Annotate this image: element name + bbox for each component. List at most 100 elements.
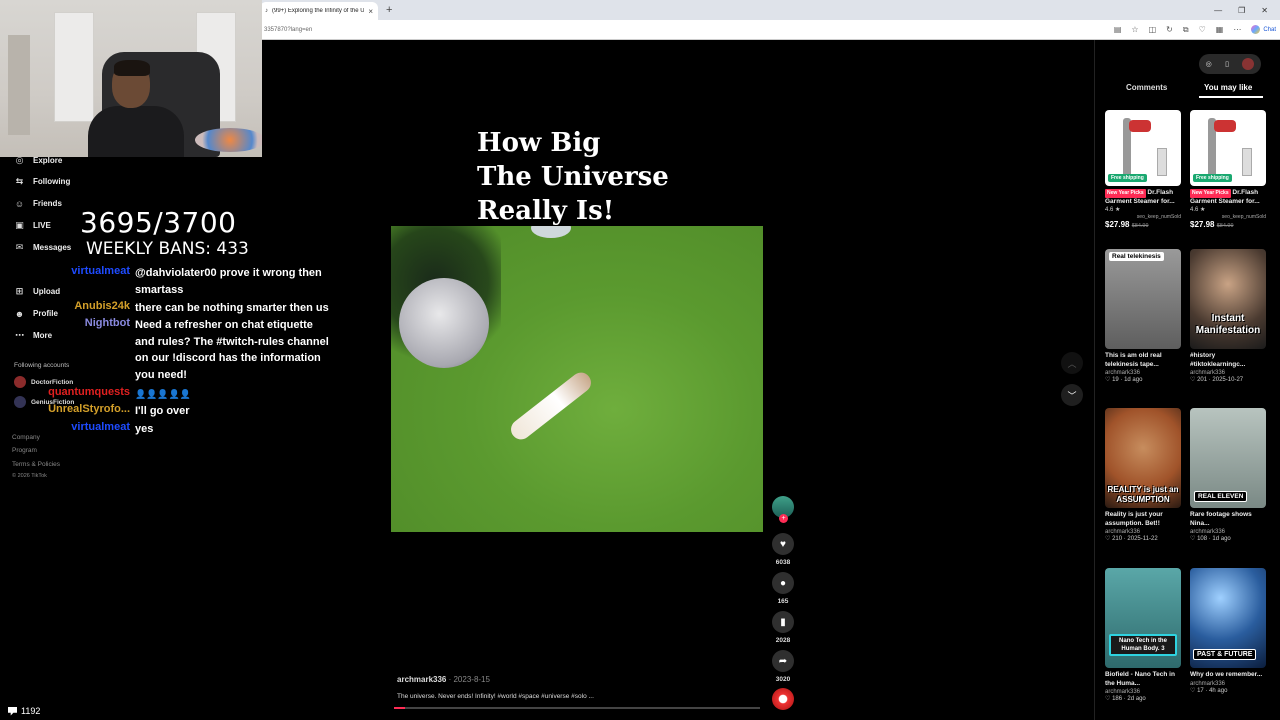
chat-message: Anubis24k there can be nothing smarter t… [6, 300, 336, 317]
product-image: Free shipping [1190, 110, 1266, 186]
share-icon: ➦ [778, 655, 788, 667]
nav-item-messages[interactable]: ✉ Messages [14, 242, 72, 253]
like-count: 19 [1112, 377, 1119, 383]
browser-tab[interactable]: ♪ (99+) Exploring the Infinity of the U … [260, 2, 378, 20]
chat-message: UnrealStyrofo... I'll go over [6, 403, 336, 420]
promo-badge: New Year Picks [1105, 189, 1146, 198]
like-count: 108 [1197, 536, 1208, 542]
video-card[interactable]: REALITY is just an ASSUMPTION Reality is… [1105, 408, 1181, 542]
post-date: 2d ago [1127, 696, 1146, 702]
chat-message: quantumquests 👤👤👤👤👤 [6, 386, 336, 403]
friends-icon: ☺ [14, 198, 25, 209]
video-card-caption: This is am old real telekinesis tape... [1105, 352, 1162, 368]
video-author[interactable]: archmark336 [397, 675, 446, 684]
nav-item-explore[interactable]: ◎ Explore [14, 155, 63, 166]
video-card-stats: ♡ 19 · 1d ago [1105, 377, 1143, 383]
heart-icon: ♡ [1190, 377, 1196, 383]
next-video-button[interactable]: ﹀ [1061, 384, 1083, 406]
follow-plus-icon[interactable]: + [779, 514, 788, 523]
product-title: New Year Picks Dr.Flash Garment Steamer … [1190, 189, 1266, 206]
chat-message: Nightbot Need a refresher on chat etique… [6, 317, 336, 383]
product-rating: 4.6 ★ [1105, 207, 1121, 213]
nav-item-friends[interactable]: ☺ Friends [14, 198, 62, 209]
comment-button[interactable]: ● [772, 572, 794, 594]
video-caption[interactable]: The universe. Never ends! Infinity! #wor… [397, 693, 594, 700]
copilot-chat-button[interactable]: Chat [1251, 25, 1276, 34]
video-card[interactable]: Real telekinesis This is am old real tel… [1105, 249, 1181, 383]
window-controls: — ❐ ✕ [1214, 6, 1280, 15]
browser-tab-bar: ♪ (99+) Exploring the Infinity of the U … [260, 0, 1280, 20]
video-title-overlay: How Big The Universe Really Is! [477, 126, 669, 228]
video-card[interactable]: Instant Manifestation #history #tiktokle… [1190, 249, 1266, 383]
chat-username: Anubis24k [74, 300, 130, 312]
streamer-hair [114, 60, 150, 76]
explore-icon: ◎ [15, 155, 24, 165]
video-card-caption: Why do we remember... [1190, 671, 1263, 678]
close-window-icon[interactable]: ✕ [1261, 6, 1268, 15]
maximize-icon[interactable]: ❐ [1238, 6, 1245, 15]
music-disc-icon[interactable] [772, 688, 794, 710]
reader-icon[interactable]: ▤ [1114, 25, 1122, 34]
chat-label: Chat [1263, 26, 1276, 33]
favorites-icon[interactable]: ♡ [1199, 25, 1206, 34]
nav-label: Explore [33, 156, 63, 165]
like-count: 201 [1197, 377, 1208, 383]
video-card-caption: Reality is just your assumption. Bet!! [1105, 511, 1163, 527]
promo-badge: New Year Picks [1190, 189, 1231, 198]
video-card-caption: #history #tiktoklearningc... [1190, 352, 1246, 368]
video-card-caption: Rare footage shows Nina... [1190, 511, 1252, 527]
footer-program-link[interactable]: Program [12, 447, 37, 454]
rug [195, 128, 262, 152]
star-icon[interactable]: ☆ [1131, 25, 1138, 34]
video-thumbnail: Nano Tech in the Human Body. 3 [1105, 568, 1181, 668]
video-dome [399, 278, 489, 368]
title-line: The Universe [477, 162, 669, 192]
new-tab-button[interactable]: + [386, 4, 392, 16]
streamer-body [88, 106, 184, 157]
address-bar[interactable]: 3357870?lang=en ▤ ☆ ◫ ↻ ⧉ ♡ ▦ ⋯ Chat [260, 20, 1280, 40]
thumbnail-label: Real telekinesis [1109, 252, 1164, 261]
thumbnail-label: REALITY is just an ASSUMPTION [1107, 485, 1179, 504]
chat-username: UnrealStyrofo... [48, 403, 130, 415]
video-person-lying [507, 368, 595, 444]
video-card[interactable]: Nano Tech in the Human Body. 3 Biofield … [1105, 568, 1181, 702]
collections-icon[interactable]: ▦ [1216, 25, 1224, 34]
tab-close-icon[interactable]: × [368, 7, 373, 16]
like-count: 6038 [775, 559, 791, 566]
product-price: $27.98 $84.99 [1105, 220, 1181, 229]
product-card[interactable]: Free shipping New Year Picks Dr.Flash Ga… [1105, 110, 1181, 229]
share-button[interactable]: ➦ [772, 650, 794, 672]
chat-text: yes [135, 423, 154, 435]
tab-you-may-like[interactable]: You may like [1204, 83, 1252, 92]
post-date: 1d ago [1212, 536, 1231, 542]
url-text[interactable]: 3357870?lang=en [264, 27, 312, 33]
bookmark-icon: ▮ [780, 616, 786, 628]
previous-video-button[interactable]: ︿ [1061, 352, 1083, 374]
more-icon[interactable]: ⋯ [1233, 25, 1241, 34]
tab-comments[interactable]: Comments [1126, 83, 1167, 92]
video-card[interactable]: REAL ELEVEN Rare footage shows Nina... a… [1190, 408, 1266, 542]
phone-icon[interactable]: ▯ [1225, 60, 1229, 68]
save-count: 2028 [775, 637, 791, 644]
extensions-icon[interactable]: ⧉ [1183, 25, 1189, 35]
thumbnail-label: REAL ELEVEN [1194, 491, 1248, 502]
video-progress-bar[interactable] [394, 707, 760, 709]
compass-icon[interactable]: ◎ [1206, 60, 1212, 68]
nav-item-live[interactable]: ▣ LIVE [14, 220, 51, 231]
video-player[interactable] [391, 226, 763, 532]
user-avatar[interactable] [1242, 58, 1255, 70]
minimize-icon[interactable]: — [1214, 6, 1222, 15]
weekly-bans-counter: 3695/3700 [80, 206, 237, 239]
heart-icon: ♡ [1105, 536, 1111, 542]
split-icon[interactable]: ◫ [1149, 25, 1157, 34]
video-thumbnail: Real telekinesis [1105, 249, 1181, 349]
heart-icon: ♡ [1105, 377, 1111, 383]
video-card[interactable]: PAST & FUTURE Why do we remember... arch… [1190, 568, 1266, 694]
nav-item-following[interactable]: ⇆ Following [14, 176, 71, 187]
footer-terms-link[interactable]: Terms & Policies [12, 461, 60, 468]
like-button[interactable]: ♥ [772, 533, 794, 555]
refresh-icon[interactable]: ↻ [1166, 25, 1173, 34]
product-card[interactable]: Free shipping New Year Picks Dr.Flash Ga… [1190, 110, 1266, 229]
save-button[interactable]: ▮ [772, 611, 794, 633]
viewer-count: 1192 [8, 706, 40, 716]
